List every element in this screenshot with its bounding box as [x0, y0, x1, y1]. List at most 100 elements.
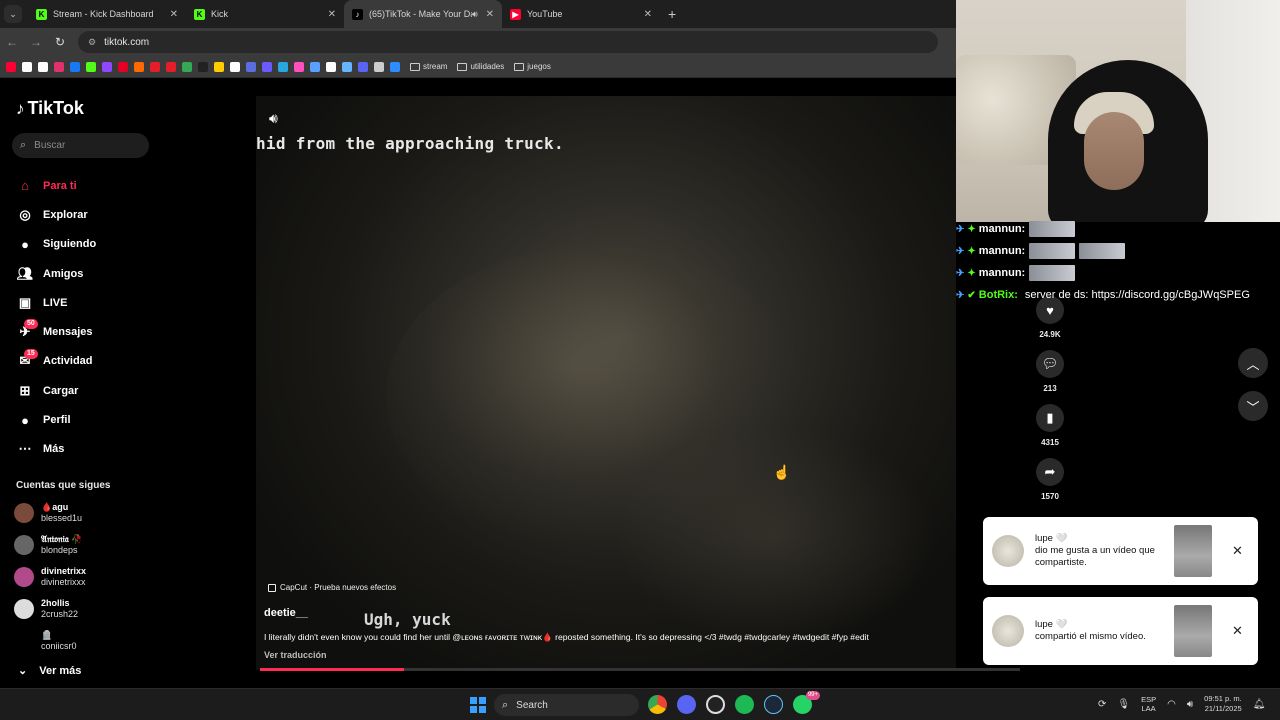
tab-search-chevron-icon[interactable]: ⌄	[4, 5, 22, 23]
bookmark-icon[interactable]	[278, 61, 288, 72]
bookmark-icon[interactable]	[246, 61, 256, 72]
share-icon[interactable]: ➦	[1036, 458, 1064, 486]
bookmark-icon[interactable]	[310, 61, 320, 72]
bookmark-icon[interactable]	[102, 61, 112, 72]
chat-username[interactable]: BotRix:	[979, 289, 1018, 301]
reload-icon[interactable]: ↻	[48, 35, 72, 49]
bookmark-icon[interactable]	[6, 61, 16, 72]
site-info-icon[interactable]: ⚙	[88, 37, 96, 48]
bookmark-icon[interactable]	[150, 61, 160, 72]
bookmark-icon[interactable]	[54, 61, 64, 72]
speaker-icon[interactable]: 🔊︎	[472, 9, 478, 20]
close-icon[interactable]: ✕	[1232, 543, 1243, 559]
bookmark-icon[interactable]	[22, 61, 32, 72]
bookmark-icon[interactable]	[134, 61, 144, 72]
following-item[interactable]: divinetrixx divinetrixxx	[14, 561, 154, 593]
video-author[interactable]: deetie__	[264, 607, 308, 619]
wifi-icon[interactable]: ◠	[1167, 699, 1176, 710]
bookmark-icon[interactable]: ▮	[1036, 404, 1064, 432]
notification-card[interactable]: lupe 🤍 dio me gusta a un vídeo que compar…	[983, 517, 1258, 585]
bookmark-icon[interactable]	[70, 61, 80, 72]
notification-bell-icon[interactable]: 🔔︎	[1253, 699, 1266, 710]
translate-link[interactable]: Ver traducción	[264, 650, 327, 660]
spotify-icon[interactable]	[735, 695, 754, 714]
previous-video-button[interactable]: ︿	[1238, 348, 1268, 378]
volume-icon[interactable]: 🔊︎	[1187, 699, 1193, 710]
close-icon[interactable]: ✕	[328, 9, 336, 20]
tab-kick-dashboard[interactable]: K Stream - Kick Dashboard ✕	[28, 0, 186, 28]
following-item[interactable]: 2hollis 2crush22	[14, 593, 154, 625]
steam-icon[interactable]	[764, 695, 783, 714]
following-item[interactable]: 🪦 coniicsr0	[14, 625, 154, 657]
chat-username[interactable]: mannun:	[979, 267, 1025, 279]
action-share[interactable]: ➦ 1570	[1030, 458, 1070, 501]
nav-item-para-ti[interactable]: ⌂ Para ti	[16, 171, 156, 200]
nav-item-cargar[interactable]: ⊞ Cargar	[16, 376, 156, 405]
close-icon[interactable]: ✕	[170, 9, 178, 20]
nav-item-m-s[interactable]: ⋯ Más	[16, 435, 156, 464]
action-bookmark[interactable]: ▮ 4315	[1030, 404, 1070, 447]
bookmark-icon[interactable]	[230, 61, 240, 72]
bookmark-icon[interactable]	[374, 61, 384, 72]
bookmark-icon[interactable]	[390, 61, 400, 72]
bookmark-folder[interactable]: utilidades	[457, 62, 504, 71]
nav-item-actividad[interactable]: ✉ 15 Actividad	[16, 347, 156, 376]
bookmark-icon[interactable]	[326, 61, 336, 72]
nav-item-explorar[interactable]: ◎ Explorar	[16, 200, 156, 229]
video-thumbnail[interactable]	[1174, 525, 1212, 577]
bookmark-icon[interactable]	[198, 61, 208, 72]
address-input[interactable]: ⚙ tiktok.com	[78, 31, 938, 53]
microphone-icon[interactable]: 🎙︎	[1117, 699, 1130, 710]
nav-item-siguiendo[interactable]: ● Siguiendo	[16, 230, 156, 259]
nav-item-amigos[interactable]: 👥︎ Amigos	[16, 259, 156, 288]
bookmark-folder[interactable]: juegos	[514, 62, 551, 71]
close-icon[interactable]: ✕	[486, 9, 494, 20]
chat-username[interactable]: mannun:	[979, 223, 1025, 235]
following-item[interactable]: 𝔄𝔫𝔱𝔬𝔫𝔦𝔞 🥀 blondeps	[14, 529, 154, 561]
action-comment[interactable]: 💬︎ 213	[1030, 350, 1070, 393]
following-item[interactable]: 🩸agu blessed1u	[14, 497, 154, 529]
sync-icon[interactable]: ⟳	[1098, 699, 1106, 710]
video-progress-bar[interactable]	[260, 668, 1020, 671]
obs-icon[interactable]	[706, 695, 725, 714]
bookmark-icon[interactable]	[182, 61, 192, 72]
bookmark-icon[interactable]	[38, 61, 48, 72]
comment-icon[interactable]: 💬︎	[1036, 350, 1064, 378]
volume-icon[interactable]: 🔊︎	[269, 110, 278, 127]
next-video-button[interactable]: ﹀	[1238, 391, 1268, 421]
discord-icon[interactable]	[677, 695, 696, 714]
taskbar-search[interactable]: ⌕ Search	[494, 694, 639, 716]
nav-item-mensajes[interactable]: ✈ 50 Mensajes	[16, 317, 156, 346]
start-button[interactable]	[470, 697, 486, 713]
close-icon[interactable]: ✕	[1232, 623, 1243, 639]
nav-item-perfil[interactable]: ● Perfil	[16, 405, 156, 434]
notification-card[interactable]: lupe 🤍 compartió el mismo vídeo. ✕	[983, 597, 1258, 665]
bookmark-icon[interactable]	[118, 61, 128, 72]
nav-item-live[interactable]: ▣ LIVE	[16, 288, 156, 317]
forward-icon[interactable]: →	[24, 35, 48, 49]
video-player[interactable]: 🔊︎ hid from the approaching truck. CapCu…	[256, 96, 956, 670]
bookmark-icon[interactable]	[342, 61, 352, 72]
search-input[interactable]: ⌕ Buscar	[12, 133, 149, 158]
video-thumbnail[interactable]	[1174, 605, 1212, 657]
chat-username[interactable]: mannun:	[979, 245, 1025, 257]
close-icon[interactable]: ✕	[644, 9, 652, 20]
bookmark-folder[interactable]: stream	[410, 62, 447, 71]
tab-tiktok[interactable]: ♪ (65)TikTok - Make Your Day 🔊︎ ✕	[344, 0, 502, 28]
chrome-icon[interactable]	[648, 695, 667, 714]
language-indicator[interactable]: ESP LAA	[1141, 695, 1156, 713]
whatsapp-icon[interactable]: 99+	[793, 691, 820, 714]
new-tab-icon[interactable]: +	[668, 6, 676, 22]
bookmark-icon[interactable]	[214, 61, 224, 72]
bookmark-icon[interactable]	[358, 61, 368, 72]
tiktok-logo[interactable]: ♪ TikTok	[16, 98, 84, 119]
see-more-button[interactable]: ⌄ Ver más	[18, 664, 81, 678]
tab-kick[interactable]: K Kick ✕	[186, 0, 344, 28]
back-icon[interactable]: ←	[0, 35, 24, 49]
bookmark-icon[interactable]	[294, 61, 304, 72]
clock[interactable]: 09:51 p. m. 21/11/2025	[1204, 694, 1242, 714]
tab-youtube[interactable]: ▶ YouTube ✕	[502, 0, 660, 28]
bookmark-icon[interactable]	[86, 61, 96, 72]
bookmark-icon[interactable]	[166, 61, 176, 72]
bookmark-icon[interactable]	[262, 61, 272, 72]
